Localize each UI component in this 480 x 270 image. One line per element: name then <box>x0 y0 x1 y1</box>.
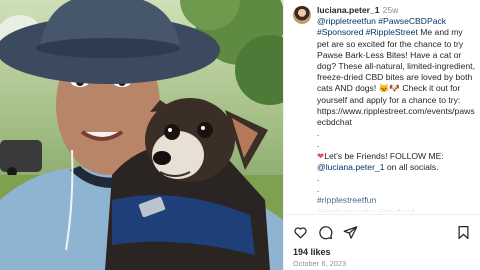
caption-text: . <box>317 128 320 139</box>
paper-plane-icon[interactable] <box>343 225 358 240</box>
post-date: October 6, 2023 <box>293 261 347 268</box>
caption-text: . <box>317 173 320 184</box>
caption-fade <box>284 196 480 213</box>
avatar[interactable] <box>293 6 311 24</box>
heart-outline-icon[interactable] <box>293 225 308 240</box>
comment-bubble-icon[interactable] <box>318 225 333 240</box>
post-caption: luciana.peter_1 25w @rippletreetfun #Pawse… <box>317 5 477 213</box>
bookmark-icon[interactable] <box>456 225 471 240</box>
caption-text: on all socials. <box>384 161 439 172</box>
post-age: 25w <box>382 5 399 15</box>
caption-text: . <box>317 139 320 150</box>
photo-image <box>0 0 283 270</box>
caption-text: . <box>317 184 320 195</box>
username-link[interactable]: luciana.peter_1 <box>317 5 380 15</box>
action-bar: 194 likes October 6, 2023 <box>284 214 480 270</box>
like-count[interactable]: 194 likes <box>293 247 331 257</box>
post-sidebar: luciana.peter_1 25w @rippletreetfun #Pawse… <box>283 0 480 270</box>
caption-area: luciana.peter_1 25w @rippletreetfun #Pawse… <box>284 0 480 213</box>
caption-link[interactable]: #Sponsored <box>317 27 363 37</box>
caption-text: Me and my pet are so excited for the cha… <box>317 27 475 128</box>
caption-link[interactable]: @rippletreetfun <box>317 16 376 26</box>
caption-link[interactable]: #RippleStreet <box>366 27 418 37</box>
caption-body: @rippletreetfun #PawseCBDPack #Sponsored… <box>317 16 475 213</box>
caption-link[interactable]: #PawseCBDPack <box>378 16 446 26</box>
post-photo[interactable] <box>0 0 283 270</box>
caption-link[interactable]: @luciana.peter_1 <box>317 162 385 172</box>
caption-text: Let's be Friends! FOLLOW ME: <box>324 150 444 161</box>
